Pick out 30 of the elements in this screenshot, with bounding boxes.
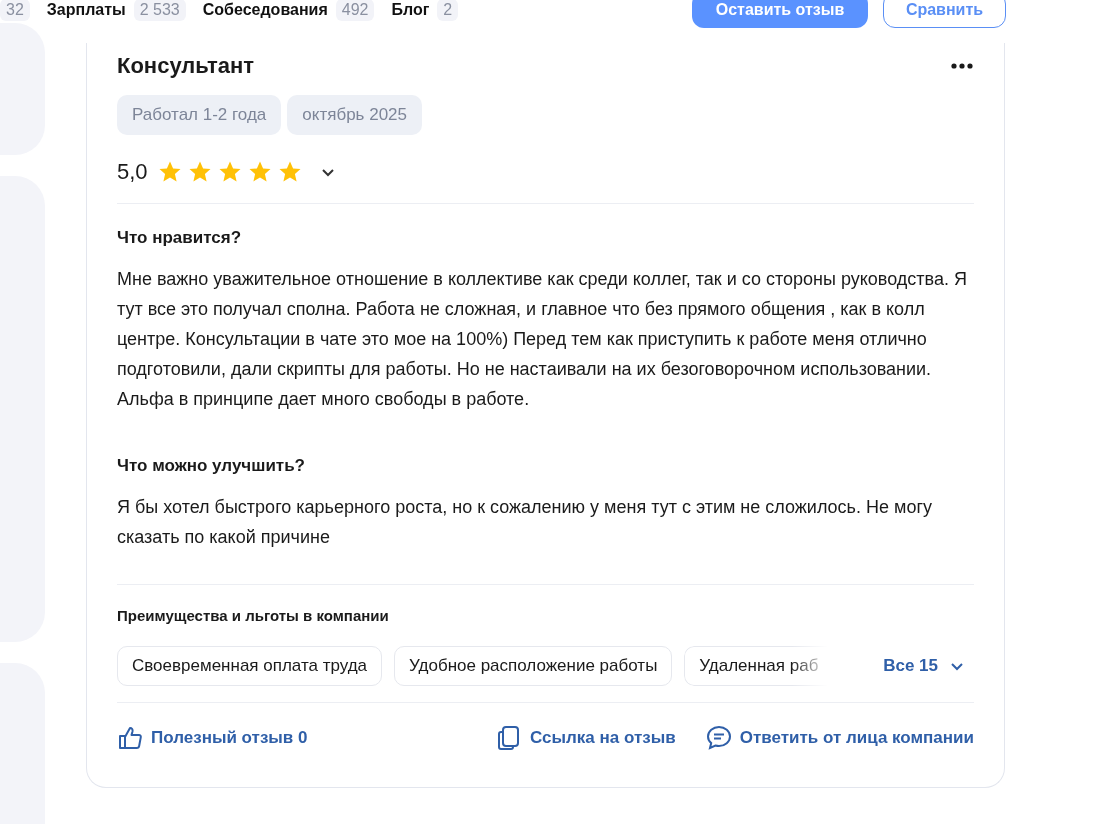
star-icon	[247, 160, 272, 184]
rating-value: 5,0	[117, 159, 148, 185]
count-badge: 2 533	[133, 0, 186, 21]
star-icon	[157, 160, 182, 184]
star-icon	[277, 160, 302, 184]
info-tag: Работал 1-2 года	[117, 95, 282, 135]
job-title: Консультант	[117, 52, 254, 80]
nav-tab[interactable]: Блог	[391, 1, 430, 19]
copy-link[interactable]: Ссылка на отзыв	[530, 728, 676, 748]
info-tag: октябрь 2025	[287, 95, 422, 135]
reply-link[interactable]: Ответить от лица компании	[739, 728, 974, 748]
more-options-icon[interactable]	[950, 62, 974, 70]
section-heading: Что можно улучшить?	[117, 455, 306, 477]
nav-tab[interactable]: Зарплаты	[46, 1, 126, 19]
count-badge: 492	[335, 0, 375, 21]
benefit-chip: Удобное расположение работы	[394, 646, 673, 686]
count-badge: 32	[0, 0, 30, 21]
helpful-link[interactable]: Полезный отзыв 0	[151, 728, 308, 748]
count-badge: 2	[437, 0, 459, 21]
show-all-link[interactable]: Все 15	[883, 656, 938, 676]
benefits-heading: Преимущества и льготы в компании	[117, 607, 390, 624]
star-icon	[187, 160, 212, 184]
review-paragraph: Мне важно уважительное отношение в коллективе как среди коллег, так и со стороны руководства. Я тут все это получал сполна. Работа не сложная, и главное что без прямого общения , как в колл центре. Консультации в чате это мое на 100%) Перед тем как приступить к работе меня отлично подготовили, дали скрипты для работы. Но не настаивали на их безоговорочном использовании. Альфа в принципе дает много свободы в работе.	[117, 268, 968, 411]
section-heading: Что нравится?	[117, 227, 243, 249]
benefit-chip: Своевременная оплата труда	[117, 646, 383, 686]
review-paragraph: Я бы хотел быстрого карьерного роста, но к сожалению у меня тут с этим не сложилось. Не могу сказать по какой причине	[117, 496, 933, 549]
nav-tab[interactable]: Собеседования	[202, 1, 328, 19]
thumbs-up-icon	[117, 725, 143, 751]
star-icon	[217, 160, 242, 184]
chat-bubble-icon	[705, 725, 732, 751]
